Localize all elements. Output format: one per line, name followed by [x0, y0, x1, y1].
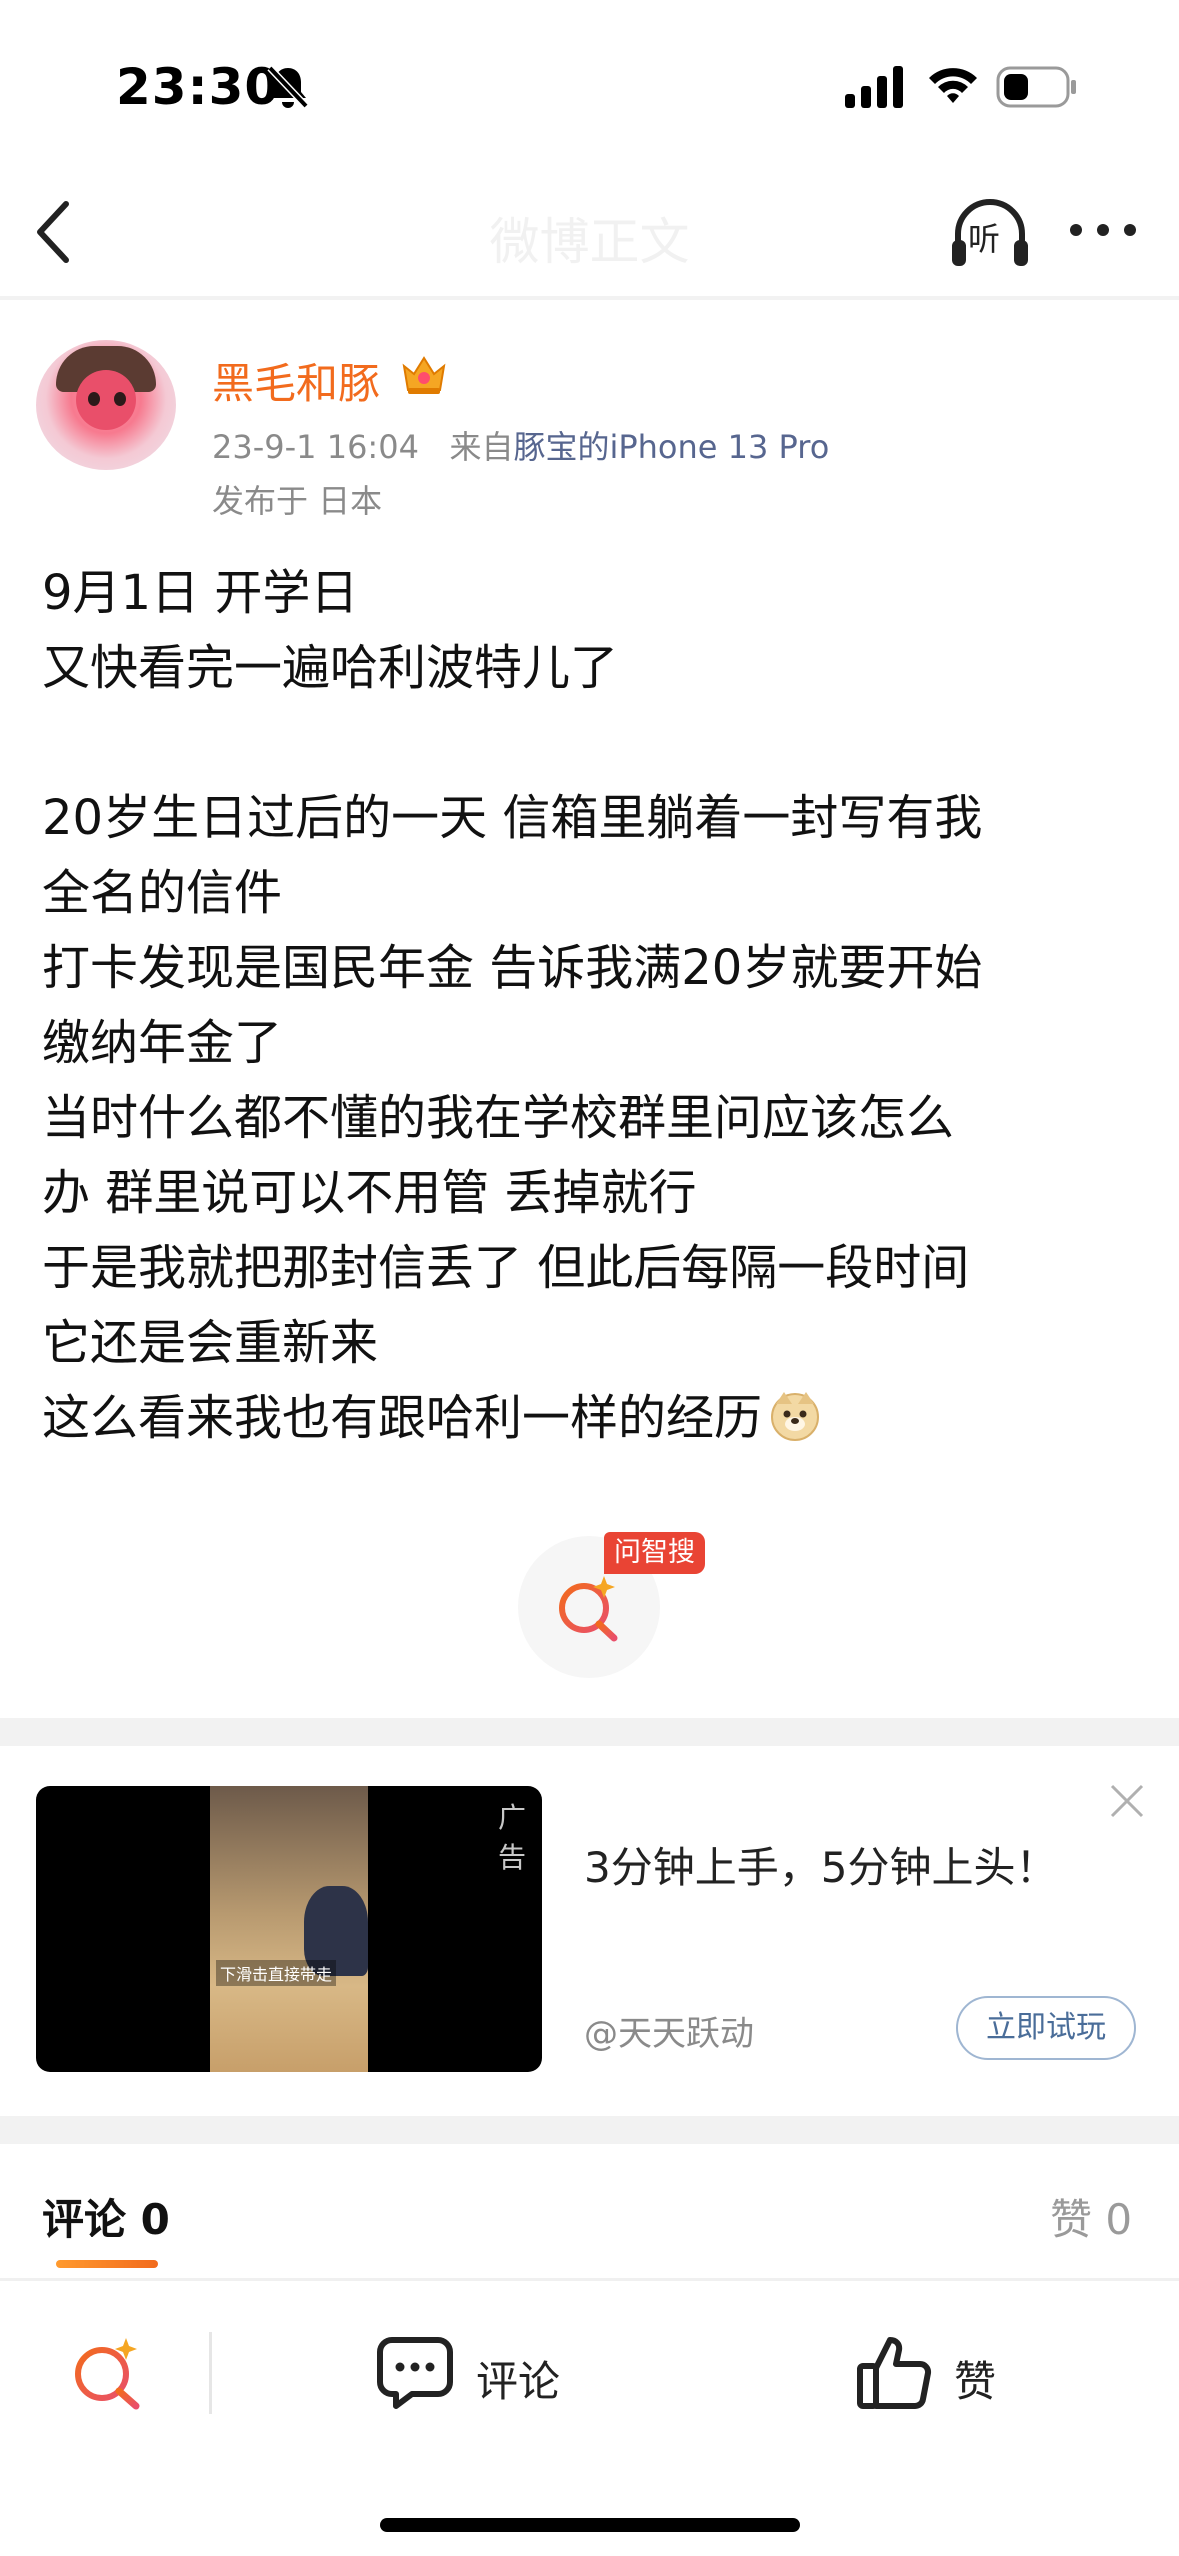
- home-indicator[interactable]: [380, 2518, 800, 2532]
- avatar-eye: [114, 392, 126, 406]
- post-source-prefix: 来自: [449, 428, 514, 466]
- post-line: 打卡发现是国民年金 告诉我满20岁就要开始: [42, 940, 983, 996]
- avatar[interactable]: [36, 340, 176, 470]
- author-name[interactable]: 黑毛和豚: [212, 350, 380, 411]
- post-line: 它还是会重新来: [42, 1315, 379, 1371]
- ad-advertiser[interactable]: @天天跃动: [584, 2006, 754, 2055]
- vip-crown-icon: [402, 356, 446, 394]
- post-line: 办 群里说可以不用管 丢掉就行: [42, 1165, 697, 1221]
- toolbar-separator: [209, 2332, 212, 2414]
- post-line: 当时什么都不懂的我在学校群里问应该怎么: [42, 1090, 955, 1146]
- ad-video-caption: 下滑击直接带走: [216, 1960, 337, 1986]
- active-tab-indicator: [56, 2260, 158, 2268]
- avatar-face: [76, 370, 136, 430]
- smart-search-icon: [559, 1576, 618, 1642]
- divider: [0, 296, 1179, 300]
- divider: [0, 2278, 1179, 2281]
- section-divider: [0, 1718, 1179, 1746]
- section-divider: [0, 2116, 1179, 2144]
- ad-video[interactable]: 下滑击直接带走 广告: [36, 1786, 542, 2072]
- wifi-icon: [929, 68, 977, 103]
- smart-search-badge: 问智搜: [604, 1532, 705, 1574]
- comment-button[interactable]: 评论: [376, 2330, 576, 2416]
- post-line-blank: [42, 706, 1152, 781]
- comment-icon: [377, 2337, 453, 2409]
- listen-label: 听: [968, 220, 1001, 258]
- like-button[interactable]: 赞: [856, 2330, 1016, 2416]
- close-icon[interactable]: [1108, 1782, 1146, 1820]
- doge-icon: [771, 1392, 820, 1441]
- battery-icon: [996, 66, 1076, 108]
- avatar-eye: [88, 392, 100, 406]
- tab-comments[interactable]: 评论 0: [42, 2186, 170, 2247]
- post-line: 又快看完一遍哈利波特儿了: [42, 640, 619, 696]
- comment-button-label: 评论: [476, 2357, 561, 2406]
- ad-label: 广告: [498, 1801, 527, 1874]
- post-line-text: 这么看来我也有跟哈利一样的经历: [42, 1390, 763, 1446]
- more-icon[interactable]: [1068, 220, 1138, 240]
- post-meta: 23-9-1 16:04 来自豚宝的iPhone 13 Pro: [212, 422, 829, 468]
- post-line: 全名的信件: [42, 865, 283, 921]
- post-line: 9月1日 开学日: [42, 565, 359, 621]
- post-source[interactable]: 豚宝的iPhone 13 Pro: [513, 428, 829, 466]
- ad-title[interactable]: 3分钟上手，5分钟上头！: [584, 1834, 1057, 1895]
- post-body: 9月1日 开学日 又快看完一遍哈利波特儿了 20岁生日过后的一天 信箱里躺着一封…: [42, 556, 1152, 1456]
- like-button-label: 赞: [954, 2357, 997, 2406]
- tab-likes[interactable]: 赞 0: [1050, 2186, 1132, 2247]
- post-datetime: 23-9-1 16:04: [212, 428, 419, 466]
- ad-cta-button[interactable]: 立即试玩: [956, 1996, 1136, 2060]
- post-line: 缴纳年金了: [42, 1015, 283, 1071]
- status-time: 23:30: [116, 58, 281, 116]
- post-line: 于是我就把那封信丢了 但此后每隔一段时间: [42, 1240, 970, 1296]
- thumbs-up-icon: [857, 2337, 932, 2410]
- smart-search-icon[interactable]: [70, 2334, 146, 2410]
- post-line: 20岁生日过后的一天 信箱里躺着一封写有我: [42, 790, 983, 846]
- nav-bar: 微博正文 听: [0, 170, 1179, 300]
- signal-icon: [845, 66, 903, 108]
- post-location: 发布于 日本: [212, 482, 383, 520]
- listen-button[interactable]: 听: [948, 192, 1032, 276]
- post-line-last: 这么看来我也有跟哈利一样的经历: [42, 1381, 1152, 1456]
- bell-off-icon: [267, 65, 309, 109]
- status-bar: 23:30: [0, 0, 1179, 170]
